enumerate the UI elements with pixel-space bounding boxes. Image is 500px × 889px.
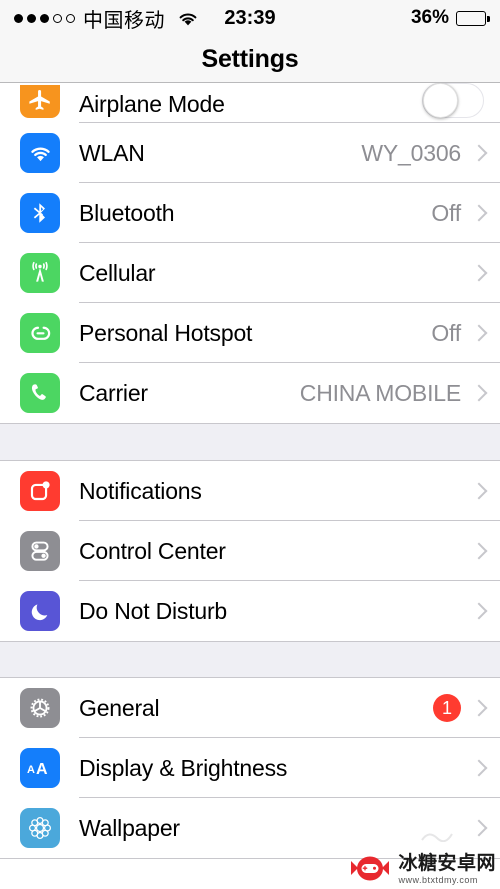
wifi-icon — [20, 133, 60, 173]
settings-label-bluetooth: Bluetooth — [79, 199, 175, 226]
settings-label-notifications: Notifications — [79, 477, 202, 504]
settings-row-notifications[interactable]: Notifications — [0, 461, 500, 521]
chevron-right-icon — [473, 602, 484, 621]
chevron-right-icon — [473, 819, 484, 838]
settings-row-control-center[interactable]: Control Center — [0, 521, 500, 581]
status-bar-right: 36% — [410, 7, 490, 29]
settings-value-bluetooth: Off — [431, 199, 461, 226]
flower-icon — [20, 808, 60, 848]
settings-row-cellular[interactable]: Cellular — [0, 243, 500, 303]
airplane-icon — [20, 85, 60, 118]
chevron-right-icon — [473, 144, 484, 163]
settings-value-personal-hotspot: Off — [431, 319, 461, 346]
battery-percentage: 36% — [410, 7, 449, 28]
group-separator — [0, 642, 500, 677]
page-title: Settings — [201, 44, 299, 73]
settings-label-control-center: Control Center — [79, 537, 226, 564]
svg-text:A: A — [36, 761, 48, 778]
settings-label-wlan: WLAN — [79, 139, 145, 166]
settings-row-wlan[interactable]: WLAN WY_0306 — [0, 123, 500, 183]
settings-row-carrier[interactable]: Carrier CHINA MOBILE — [0, 363, 500, 423]
settings-value-carrier: CHINA MOBILE — [299, 379, 461, 406]
wifi-icon — [177, 10, 199, 26]
signal-strength-icon — [14, 13, 75, 23]
settings-group-alerts: Notifications Control Center Do Not Dist… — [0, 460, 500, 642]
settings-label-carrier: Carrier — [79, 379, 148, 406]
svg-text:A: A — [27, 764, 35, 776]
switches-icon — [20, 531, 60, 571]
hotspot-link-icon — [20, 313, 60, 353]
chevron-right-icon — [473, 324, 484, 343]
chevron-right-icon — [473, 699, 484, 718]
moon-icon — [20, 591, 60, 631]
iphone-settings-screen: 中国移动 23:39 36% Settings Airplane Mode WL… — [0, 0, 500, 889]
settings-group-connectivity: Airplane Mode WLAN WY_0306 Bluetooth Off… — [0, 83, 500, 424]
settings-row-do-not-disturb[interactable]: Do Not Disturb — [0, 581, 500, 641]
notification-icon — [20, 471, 60, 511]
chevron-right-icon — [473, 482, 484, 501]
settings-row-bluetooth[interactable]: Bluetooth Off — [0, 183, 500, 243]
status-bar: 中国移动 23:39 36% — [0, 0, 500, 36]
chevron-right-icon — [473, 384, 484, 403]
airplane-mode-toggle[interactable] — [422, 83, 484, 118]
chevron-right-icon — [473, 204, 484, 223]
chevron-right-icon — [473, 542, 484, 561]
navigation-bar: Settings — [0, 36, 500, 83]
settings-label-personal-hotspot: Personal Hotspot — [79, 319, 253, 346]
status-bar-left: 中国移动 — [14, 4, 199, 33]
chevron-right-icon — [473, 759, 484, 778]
group-separator — [0, 424, 500, 460]
gear-icon — [20, 688, 60, 728]
settings-row-personal-hotspot[interactable]: Personal Hotspot Off — [0, 303, 500, 363]
aa-text-icon: A A — [20, 748, 60, 788]
settings-row-airplane-mode[interactable]: Airplane Mode — [0, 83, 500, 123]
status-carrier-name: 中国移动 — [83, 9, 165, 32]
settings-row-wallpaper[interactable]: Wallpaper — [0, 798, 500, 858]
settings-label-do-not-disturb: Do Not Disturb — [79, 597, 228, 624]
cellular-tower-icon — [20, 253, 60, 293]
phone-icon — [20, 373, 60, 413]
squiggle-decoration — [420, 829, 454, 847]
settings-label-wallpaper: Wallpaper — [79, 814, 180, 841]
settings-label-airplane-mode: Airplane Mode — [79, 91, 225, 117]
settings-label-display-brightness: Display & Brightness — [79, 754, 288, 781]
settings-label-cellular: Cellular — [79, 259, 156, 286]
settings-label-general: General — [79, 694, 160, 721]
bluetooth-icon — [20, 193, 60, 233]
settings-list: Airplane Mode WLAN WY_0306 Bluetooth Off… — [0, 83, 500, 859]
status-badge: 1 — [433, 694, 461, 722]
settings-row-display-brightness[interactable]: A A Display & Brightness — [0, 738, 500, 798]
settings-value-wlan: WY_0306 — [361, 139, 461, 166]
settings-row-general[interactable]: General 1 — [0, 678, 500, 738]
battery-icon — [456, 10, 490, 26]
chevron-right-icon — [473, 264, 484, 283]
watermark-url: www.btxtdmy.com — [398, 874, 478, 885]
